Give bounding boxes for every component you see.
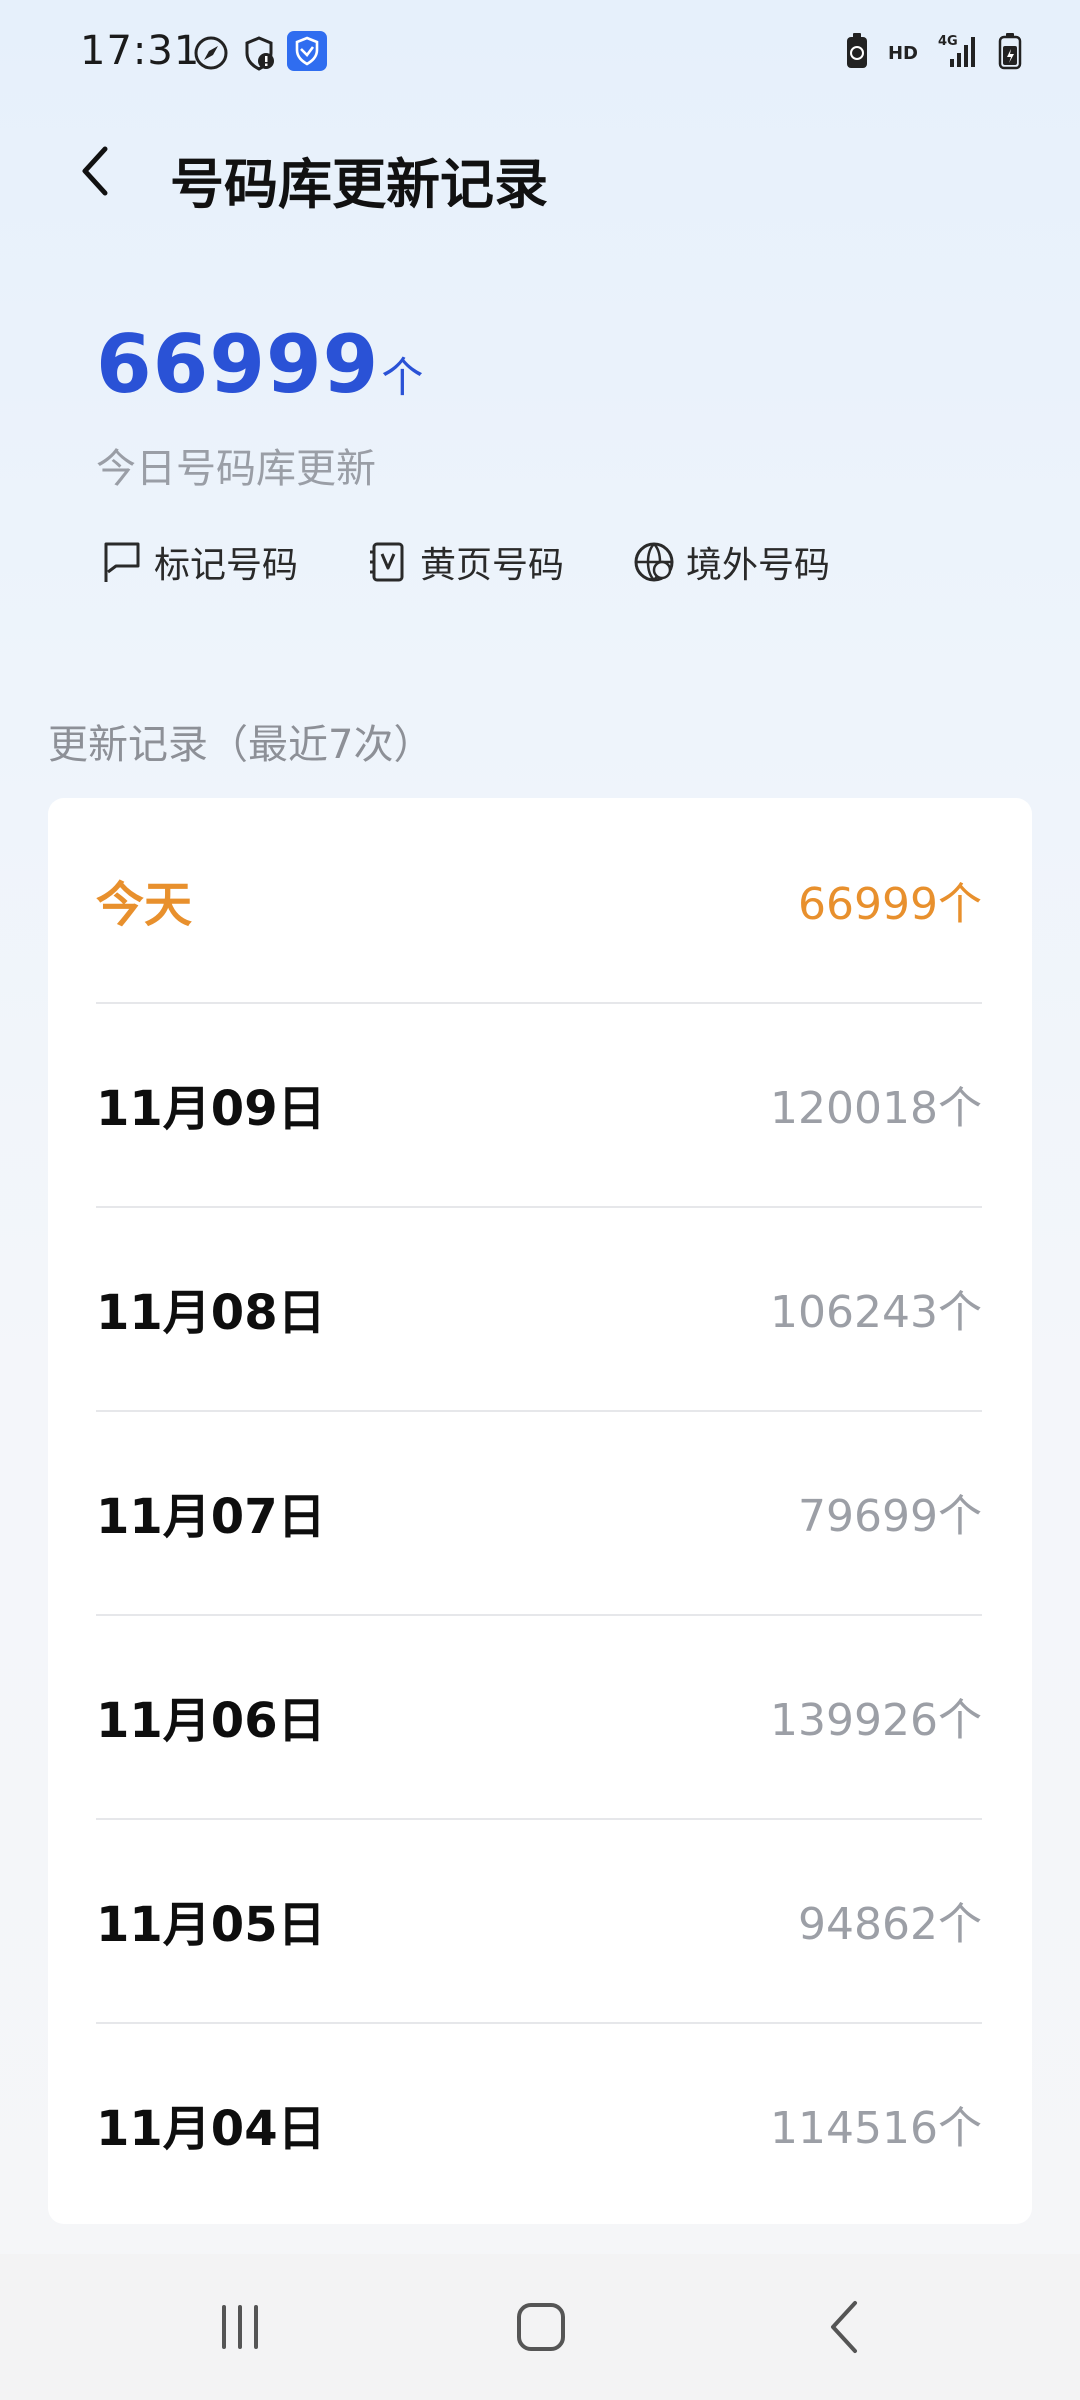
status-right-group: HD 4G xyxy=(844,30,1022,76)
category-label: 标记号码 xyxy=(154,545,299,586)
record-row: 11月09日 120018个 xyxy=(96,1002,982,1208)
record-count: 66999个 xyxy=(798,879,982,930)
record-date: 11月04日 xyxy=(96,2101,326,2157)
status-time: 17:31 xyxy=(80,28,201,74)
record-count: 139926个 xyxy=(770,1695,982,1746)
nav-back-button[interactable] xyxy=(800,2294,890,2364)
battery-saver-icon xyxy=(844,32,870,74)
record-count: 106243个 xyxy=(770,1287,982,1338)
back-icon xyxy=(825,2299,865,2359)
4g-signal-icon: 4G xyxy=(936,31,980,75)
record-date: 今天 xyxy=(96,877,193,933)
recent-apps-button[interactable] xyxy=(195,2294,285,2364)
records-section-title: 更新记录（最近7次） xyxy=(48,722,434,768)
chevron-left-icon xyxy=(75,143,115,203)
category-label: 黄页号码 xyxy=(420,545,565,586)
category-overseas-numbers[interactable]: 境外号码 xyxy=(632,536,830,588)
record-date: 11月07日 xyxy=(96,1489,326,1545)
status-bar: 17:31 HD 4G xyxy=(0,0,1080,110)
compass-icon xyxy=(192,34,230,72)
record-row: 11月04日 114516个 xyxy=(96,2022,982,2226)
flag-icon xyxy=(100,540,144,584)
category-list: 标记号码 黄页号码 境外号码 xyxy=(100,536,898,588)
record-count: 114516个 xyxy=(770,2103,982,2154)
record-date: 11月06日 xyxy=(96,1693,326,1749)
back-button[interactable] xyxy=(60,138,130,208)
hd-label: HD xyxy=(887,42,918,64)
record-count: 79699个 xyxy=(798,1491,982,1542)
record-row: 11月08日 106243个 xyxy=(96,1206,982,1412)
yellow-pages-icon xyxy=(366,540,410,584)
today-count: 66999 xyxy=(96,318,380,411)
category-yellow-pages[interactable]: 黄页号码 xyxy=(366,536,564,588)
shield-check-icon xyxy=(286,30,328,72)
shield-alert-icon xyxy=(240,34,278,72)
globe-phone-icon xyxy=(632,540,676,584)
home-button[interactable] xyxy=(496,2294,586,2364)
record-count: 120018个 xyxy=(770,1083,982,1134)
record-date: 11月08日 xyxy=(96,1285,326,1341)
home-icon xyxy=(515,2301,567,2357)
page-title: 号码库更新记录 xyxy=(170,153,548,216)
today-count-unit: 个 xyxy=(381,353,424,402)
category-label: 境外号码 xyxy=(686,545,831,586)
record-row-today: 今天 66999个 xyxy=(96,798,982,1004)
svg-text:4G: 4G xyxy=(938,34,958,49)
record-row: 11月07日 79699个 xyxy=(96,1410,982,1616)
record-row: 11月06日 139926个 xyxy=(96,1614,982,1820)
record-date: 11月09日 xyxy=(96,1081,326,1137)
records-card: 今天 66999个 11月09日 120018个 11月08日 106243个 … xyxy=(48,798,1032,2224)
record-date: 11月05日 xyxy=(96,1897,326,1953)
today-summary-subtitle: 今日号码库更新 xyxy=(96,446,376,492)
record-row: 11月05日 94862个 xyxy=(96,1818,982,2024)
system-nav-bar xyxy=(0,2254,1080,2400)
recent-apps-icon xyxy=(216,2303,264,2355)
record-count: 94862个 xyxy=(798,1899,982,1950)
category-marked-numbers[interactable]: 标记号码 xyxy=(100,536,298,588)
today-summary: 66999个 xyxy=(96,318,423,411)
battery-icon xyxy=(998,32,1022,74)
